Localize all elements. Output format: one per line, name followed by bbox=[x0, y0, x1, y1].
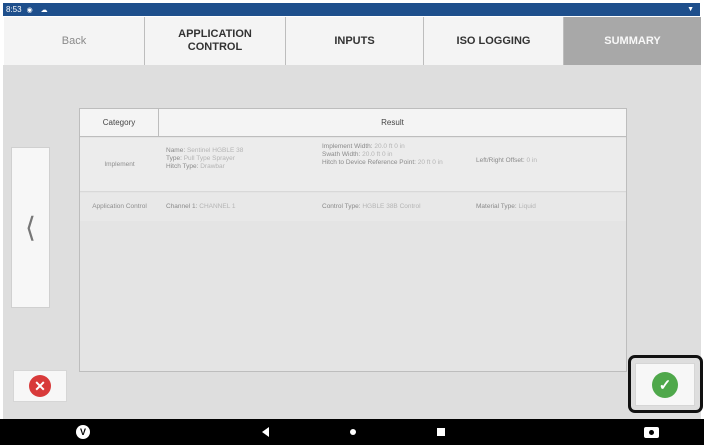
back-tab[interactable]: Back bbox=[4, 17, 145, 65]
tab-summary[interactable]: SUMMARY bbox=[564, 17, 701, 65]
detail-label: Name: bbox=[166, 147, 186, 154]
detail-label: Material Type: bbox=[476, 203, 517, 210]
row-category: Application Control bbox=[92, 203, 147, 210]
summary-table: Category Result Implement Name: Sentinel… bbox=[79, 108, 627, 372]
camera-icon bbox=[644, 426, 659, 438]
nav-back-icon bbox=[262, 427, 269, 437]
tab-label: SUMMARY bbox=[604, 34, 661, 47]
detail-value: 20 ft 0 in bbox=[417, 159, 443, 166]
status-icons: ◉ ☁ bbox=[26, 6, 51, 14]
detail-value: Liquid bbox=[518, 203, 536, 210]
table-row: Application Control Channel 1: CHANNEL 1… bbox=[80, 193, 626, 221]
app-logo-button[interactable]: V bbox=[76, 419, 90, 445]
signal-icon: ▼ bbox=[687, 6, 694, 13]
screenshot-button[interactable] bbox=[644, 419, 659, 445]
status-bar: 8:53 ◉ ☁ ▼ bbox=[3, 3, 700, 16]
v-logo-icon: V bbox=[76, 425, 90, 439]
nav-recents-icon bbox=[437, 428, 445, 436]
detail-label: Type: bbox=[166, 155, 182, 162]
nav-home-icon bbox=[350, 429, 356, 435]
detail-value: HGBLE 38B Control bbox=[362, 203, 421, 210]
table-header: Category Result bbox=[80, 109, 626, 137]
detail-value: Pull Type Sprayer bbox=[183, 155, 235, 162]
detail-line: Hitch to Device Reference Point: 20 ft 0… bbox=[322, 159, 474, 167]
status-time: 8:53 bbox=[6, 5, 22, 14]
detail-value: Drawbar bbox=[200, 163, 225, 170]
table-row: Implement Name: Sentinel HGBLE 38 Type: … bbox=[80, 138, 626, 192]
implement-offset: Left/Right Offset: 0 in bbox=[476, 157, 616, 165]
detail-line: Channel 1: CHANNEL 1 bbox=[166, 203, 316, 211]
detail-line: Type: Pull Type Sprayer bbox=[166, 155, 316, 163]
implement-details: Name: Sentinel HGBLE 38 Type: Pull Type … bbox=[166, 147, 316, 171]
previous-button[interactable]: ⟨ bbox=[11, 147, 50, 308]
detail-line: Implement Width: 20.0 ft 0 in bbox=[322, 143, 474, 151]
detail-value: Sentinel HGBLE 38 bbox=[186, 147, 244, 154]
detail-line: Material Type: Liquid bbox=[476, 203, 616, 211]
close-icon: ✕ bbox=[29, 375, 51, 397]
header-category: Category bbox=[80, 109, 159, 136]
tab-inputs[interactable]: INPUTS bbox=[286, 17, 424, 65]
system-nav-bar: V bbox=[0, 419, 704, 445]
chevron-left-icon: ⟨ bbox=[25, 212, 36, 243]
detail-value: 20.0 ft 0 in bbox=[362, 151, 393, 158]
detail-line: Hitch Type: Drawbar bbox=[166, 163, 316, 171]
control-details: Control Type: HGBLE 38B Control bbox=[322, 203, 474, 211]
detail-line: Control Type: HGBLE 38B Control bbox=[322, 203, 474, 211]
cancel-button[interactable]: ✕ bbox=[13, 370, 67, 402]
nav-recents-button[interactable] bbox=[437, 419, 445, 445]
check-icon: ✓ bbox=[652, 371, 678, 398]
row-category: Implement bbox=[104, 160, 135, 168]
detail-label: Channel 1: bbox=[166, 203, 198, 210]
tab-label: ISO LOGGING bbox=[456, 34, 531, 47]
detail-line: Name: Sentinel HGBLE 38 bbox=[166, 147, 316, 155]
detail-line: Swath Width: 20.0 ft 0 in bbox=[322, 151, 474, 159]
channel-details: Channel 1: CHANNEL 1 bbox=[166, 203, 316, 211]
back-label: Back bbox=[61, 34, 87, 47]
detail-label: Swath Width: bbox=[322, 151, 361, 158]
confirm-button[interactable]: ✓ bbox=[635, 363, 695, 406]
detail-value: 20.0 ft 0 in bbox=[374, 143, 405, 150]
wizard-tabs: Back APPLICATION CONTROL INPUTS ISO LOGG… bbox=[4, 17, 701, 65]
detail-label: Implement Width: bbox=[322, 143, 373, 150]
detail-line: Left/Right Offset: 0 in bbox=[476, 157, 616, 165]
tab-iso-logging[interactable]: ISO LOGGING bbox=[424, 17, 564, 65]
nav-back-button[interactable] bbox=[262, 419, 269, 445]
detail-value: 0 in bbox=[526, 157, 537, 164]
detail-label: Control Type: bbox=[322, 203, 361, 210]
implement-dimensions: Implement Width: 20.0 ft 0 in Swath Widt… bbox=[322, 143, 474, 167]
detail-value: CHANNEL 1 bbox=[199, 203, 236, 210]
tab-label: INPUTS bbox=[334, 34, 375, 47]
detail-label: Hitch to Device Reference Point: bbox=[322, 159, 416, 166]
nav-home-button[interactable] bbox=[350, 419, 356, 445]
detail-label: Left/Right Offset: bbox=[476, 157, 525, 164]
header-result: Result bbox=[381, 118, 404, 127]
detail-label: Hitch Type: bbox=[166, 163, 199, 170]
tab-application-control[interactable]: APPLICATION CONTROL bbox=[145, 17, 286, 65]
material-details: Material Type: Liquid bbox=[476, 203, 616, 211]
tab-label: APPLICATION CONTROL bbox=[178, 28, 252, 53]
